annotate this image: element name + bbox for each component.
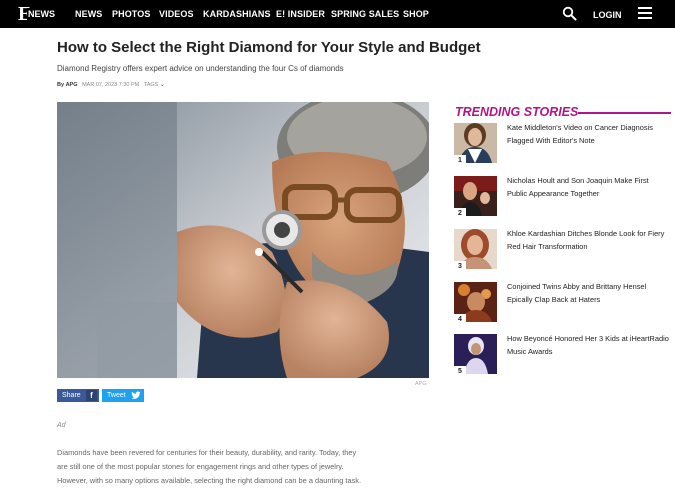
body-line: Diamonds have been revered for centuries… <box>57 448 357 457</box>
trending-story-5[interactable]: 5 How Beyoncé Honored Her 3 Kids at iHea… <box>454 334 674 378</box>
nav-item-spring-sales[interactable]: SPRING SALES <box>331 8 399 20</box>
search-icon[interactable] <box>562 6 577 21</box>
story-rank: 1 <box>454 155 466 167</box>
nav-item-e-insider[interactable]: E! INSIDER <box>276 8 325 20</box>
tags-label: TAGS <box>143 82 159 88</box>
tweet-button[interactable]: Tweet <box>102 389 144 402</box>
share-label: Share <box>62 392 81 399</box>
byline-prefix: By <box>57 82 65 88</box>
trending-story-1[interactable]: 1 Kate Middleton's Video on Cancer Diagn… <box>454 123 674 167</box>
article-subtitle: Diamond Registry offers expert advice on… <box>57 64 344 73</box>
story-title[interactable]: Khloe Kardashian Ditches Blonde Look for… <box>507 228 669 253</box>
nav-item-videos[interactable]: VIDEOS <box>159 8 194 20</box>
article-title: How to Select the Right Diamond for Your… <box>57 39 481 56</box>
nav-item-photos[interactable]: PHOTOS <box>112 8 150 20</box>
story-rank: 4 <box>454 314 466 326</box>
story-title[interactable]: Nicholas Hoult and Son Joaquin Make Firs… <box>507 175 669 200</box>
twitter-bird-icon <box>131 391 141 399</box>
nav-item-news[interactable]: NEWS <box>75 8 102 20</box>
body-line: are still one of the most popular stones… <box>57 462 344 471</box>
story-rank: 3 <box>454 261 466 273</box>
story-rank: 2 <box>454 208 466 220</box>
story-title[interactable]: Kate Middleton's Video on Cancer Diagnos… <box>507 122 669 147</box>
trending-story-2[interactable]: 2 Nicholas Hoult and Son Joaquin Make Fi… <box>454 176 674 220</box>
image-credit: APG <box>415 381 427 387</box>
publish-date: MAR 07, 2023 7:30 PM <box>82 82 140 88</box>
login-link[interactable]: LOGIN <box>593 9 622 21</box>
ad-label: Ad <box>57 422 66 429</box>
article-byline: By APG MAR 07, 2023 7:30 PM TAGS ⌄ <box>57 81 165 89</box>
tweet-label: Tweet <box>107 392 126 399</box>
nav-item-kardashians[interactable]: KARDASHIANS <box>203 8 271 20</box>
body-line: However, with so many options available,… <box>57 476 362 485</box>
trending-story-4[interactable]: 4 Conjoined Twins Abby and Brittany Hens… <box>454 282 674 326</box>
facebook-share-button[interactable]: Share f <box>57 389 99 402</box>
trending-story-3[interactable]: 3 Khloe Kardashian Ditches Blonde Look f… <box>454 229 674 273</box>
nav-item-shop[interactable]: SHOP <box>403 8 429 20</box>
chevron-down-icon: ⌄ <box>159 82 165 88</box>
trending-heading: TRENDING STORIES <box>455 105 579 119</box>
logo-text: NEWS <box>27 8 56 20</box>
story-rank: 5 <box>454 366 466 378</box>
hero-image <box>57 102 429 378</box>
facebook-icon: f <box>86 390 97 401</box>
e-news-logo[interactable]: E NEWS <box>18 3 56 25</box>
story-title[interactable]: Conjoined Twins Abby and Brittany Hensel… <box>507 281 669 306</box>
trending-divider <box>578 112 671 114</box>
author-link[interactable]: APG <box>66 82 78 88</box>
top-nav: E NEWS NEWS PHOTOS VIDEOS KARDASHIANS E!… <box>0 0 675 28</box>
tags-toggle[interactable]: TAGS ⌄ <box>144 82 165 88</box>
story-title[interactable]: How Beyoncé Honored Her 3 Kids at iHeart… <box>507 333 669 358</box>
hamburger-menu-icon[interactable] <box>638 7 652 20</box>
article-body: Diamonds have been revered for centuries… <box>57 446 427 488</box>
